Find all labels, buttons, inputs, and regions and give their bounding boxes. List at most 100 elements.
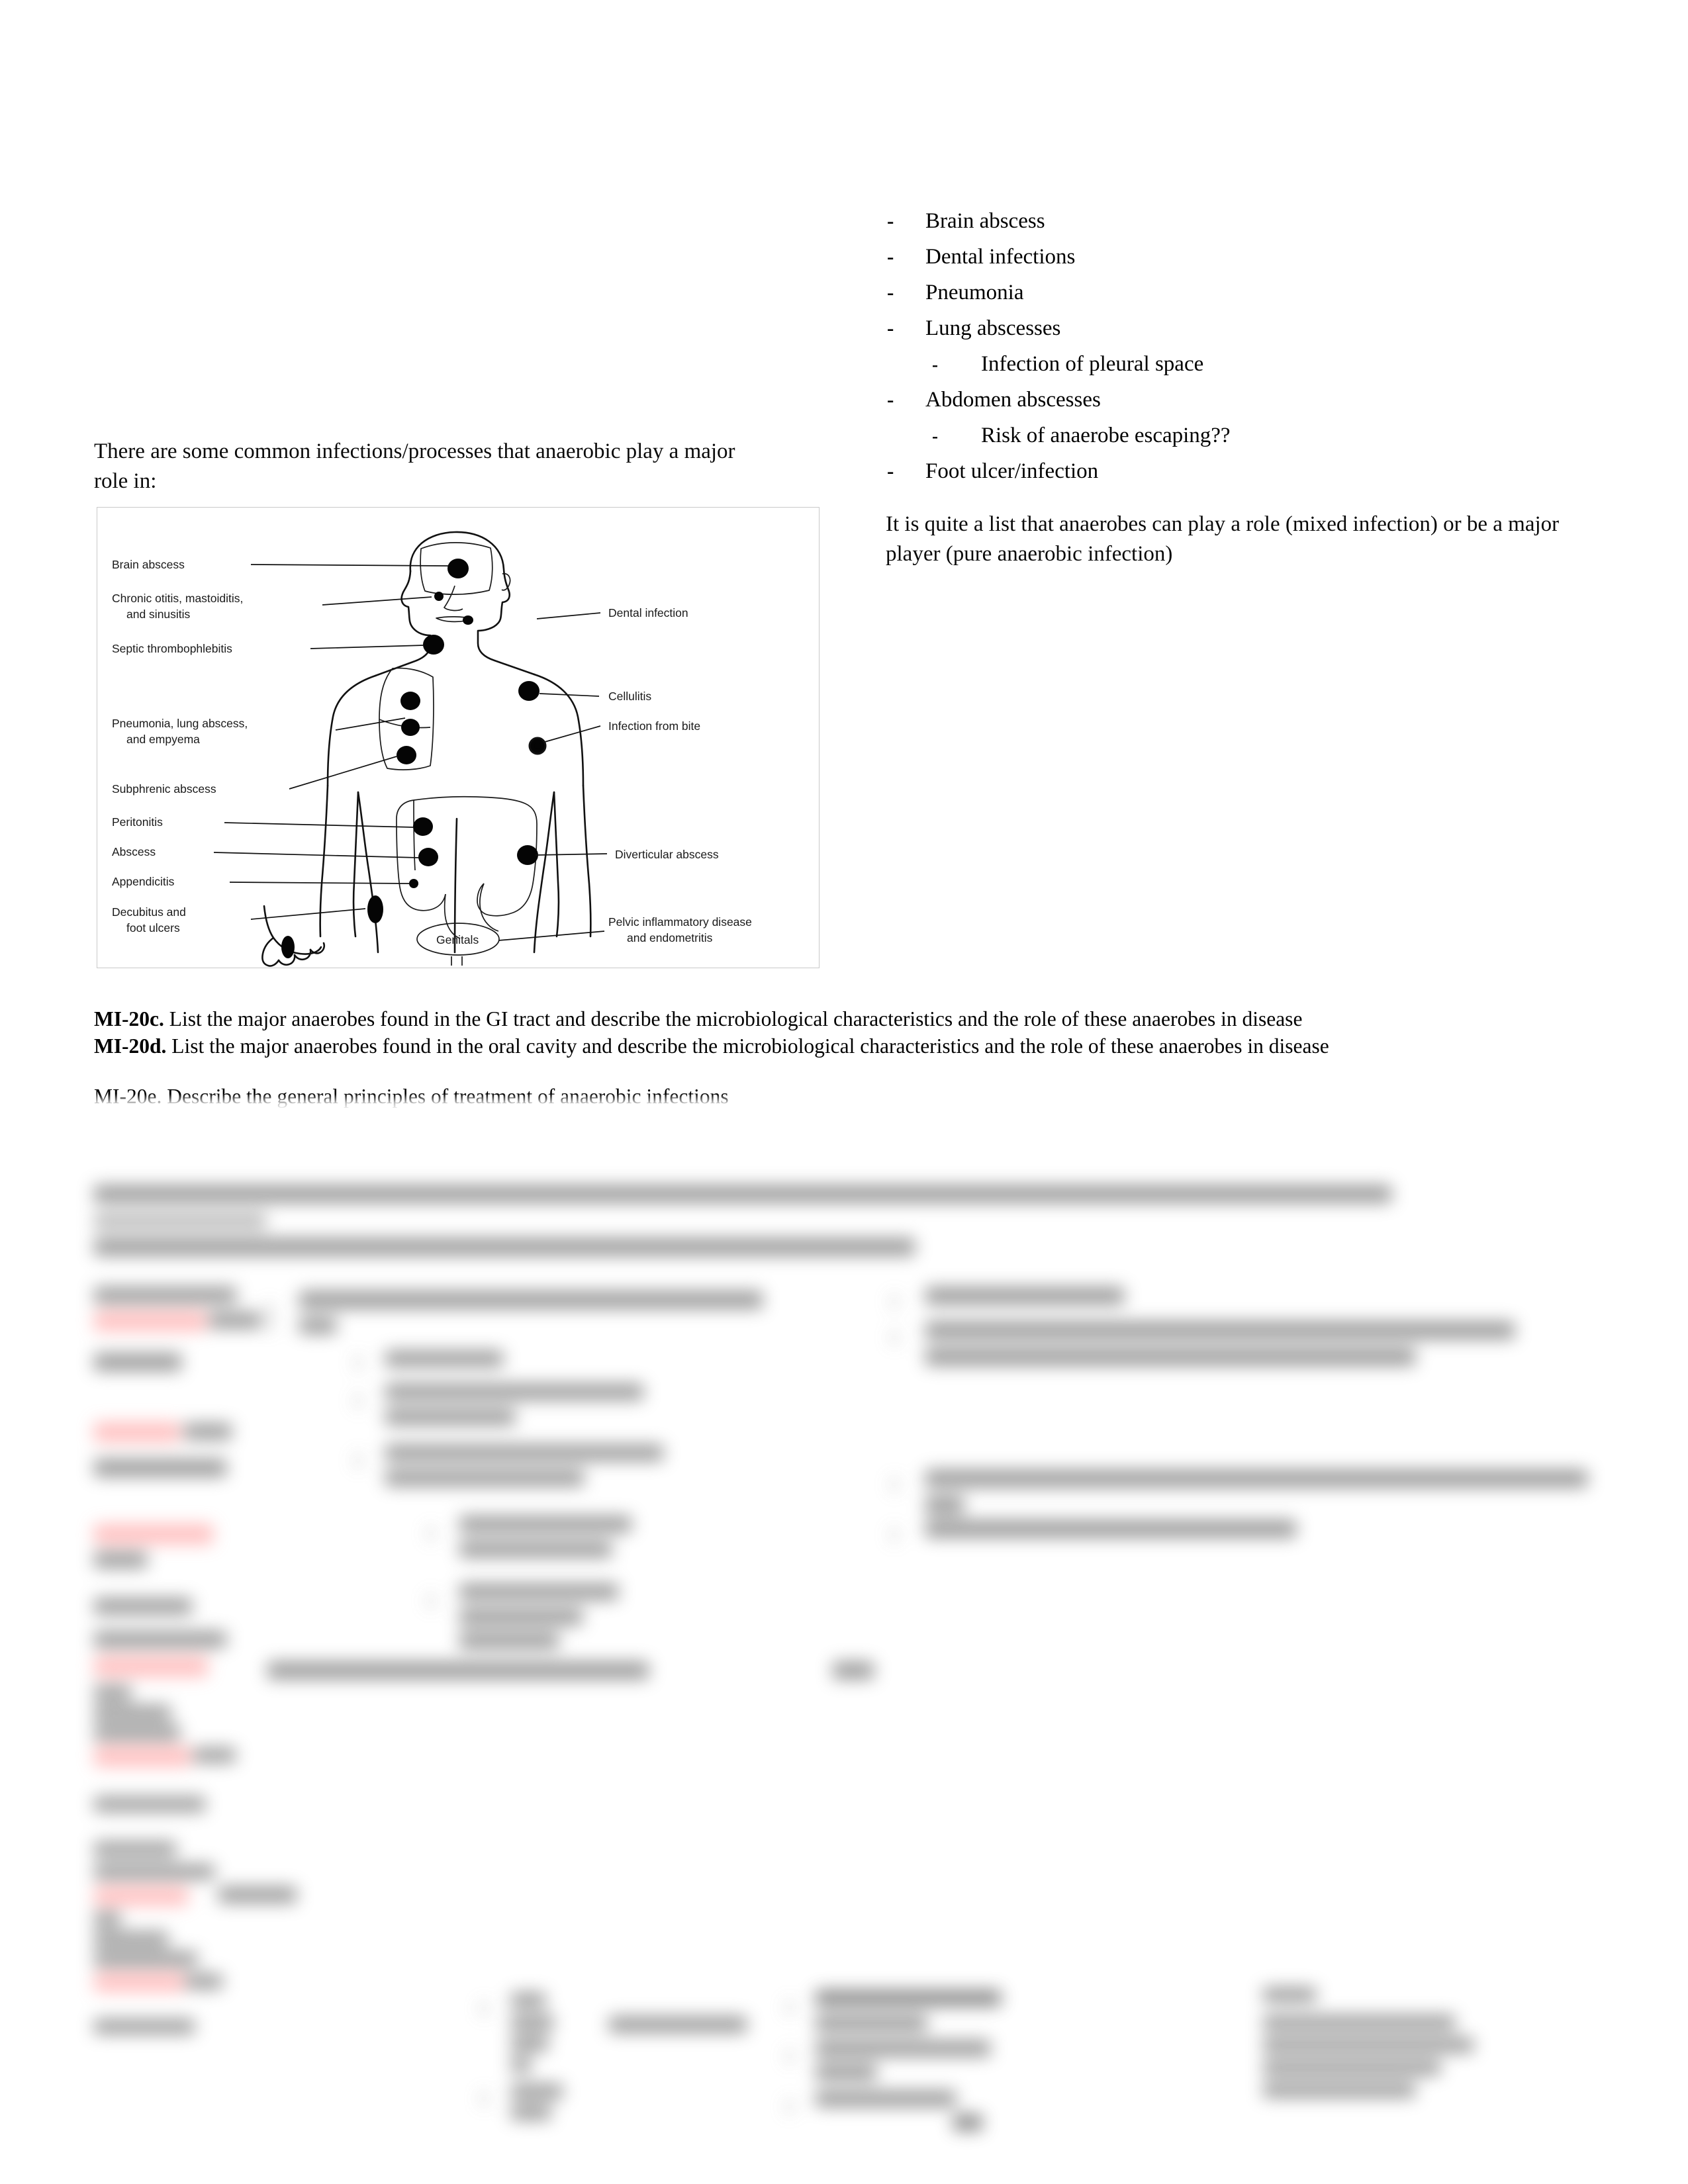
pink-highlight [94,1657,208,1676]
blurred-text-line [816,2091,956,2107]
blurred-text-line [459,1541,612,1557]
blurred-text-line [459,1584,618,1600]
blurred-text-line [94,1598,192,1614]
blurred-text-line [385,1445,663,1461]
label-brain-abscess: Brain abscess [112,558,185,571]
bullet-dash-icon: - [887,245,894,268]
list-item-label: Abdomen abscesses [925,388,1101,412]
blurred-text-line [385,1470,584,1486]
blurred-text-line [816,2064,876,2080]
blurred-list-marker [788,1999,792,2015]
site-dot-lung-upper [400,692,420,710]
site-dot-appendicitis [409,879,418,888]
blurred-text-line [385,1351,503,1367]
site-dot-bite-inner [534,743,541,749]
blurred-text-line [511,2036,548,2051]
site-dot-brain [447,559,469,578]
label-pelvic-inflammatory-1: Pelvic inflammatory disease [608,915,752,929]
blurred-text-line [511,2084,563,2099]
sub-list-item-label: Risk of anaerobe escaping?? [981,424,1231,447]
blurred-list-marker [482,2001,486,2017]
blurred-text-line [94,2019,195,2034]
label-pneumonia-1: Pneumonia, lung abscess, [112,717,248,730]
label-septic-thrombophlebitis: Septic thrombophlebitis [112,642,232,655]
pink-highlight [94,1311,207,1331]
blurred-text-line [1263,2060,1440,2075]
label-genitals: Genitals [436,933,479,946]
blurred-text-line [953,2115,982,2130]
blurred-list-marker [356,1393,360,1409]
bullet-dash-icon: - [887,388,894,411]
blurred-text-line [94,1185,1391,1203]
blurred-text-line [1263,2015,1455,2030]
blurred-text-line [816,2040,990,2056]
bullet-dash-icon: - [887,459,894,482]
blurred-list-marker [892,1330,896,1345]
bullet-dash-icon: - [932,355,938,375]
blurred-text-line [1263,1987,1316,2002]
site-dot-decubitus [367,895,383,923]
site-dot-neck-vein [423,635,444,655]
objective-code: MI-20d. [94,1034,167,1058]
blurred-text-line [209,1312,261,1328]
blurred-text-line [925,1348,1415,1365]
pink-highlight [94,1973,184,1991]
bullet-dash-icon: - [932,426,938,446]
learning-objectives-list: MI-20c. List the major anaerobes found i… [94,1006,1603,1060]
blurred-text-line [511,2015,553,2030]
blurred-text-line [94,1213,266,1229]
label-subphrenic-abscess: Subphrenic abscess [112,782,216,796]
blurred-text-line [94,1631,226,1647]
blurred-text-line [1263,2083,1415,2097]
blurred-list-marker [429,1593,433,1609]
site-dot-lung-lower [401,719,420,736]
blurred-text-line [94,1912,120,1927]
blurred-text-line [459,1609,583,1625]
blurred-text-line [459,1633,559,1649]
objective-text: List the major anaerobes found in the or… [166,1034,1329,1058]
blurred-text-line [609,2017,747,2032]
sub-list-item: - Risk of anaerobe escaping?? [932,425,1609,447]
blurred-text-line [1263,2038,1474,2052]
pink-highlight [94,1524,213,1544]
bullet-dash-icon: - [887,209,894,232]
list-item: - Dental infections [887,246,1609,268]
blurred-text-line [193,1748,236,1762]
site-dot-shoulder-cellulitis [518,681,539,701]
blurred-text-line [94,1353,181,1371]
blurred-text-line [511,1993,545,2007]
blurred-text-line [94,1686,131,1700]
blurred-text-line [816,1990,1001,2006]
list-item-label: Brain abscess [925,209,1045,233]
blurred-text-line [299,1318,336,1334]
label-dental-infection: Dental infection [608,606,688,619]
blurred-text-line [299,1291,763,1308]
intro-paragraph: There are some common infections/process… [94,439,735,493]
blurred-text-line [459,1516,632,1532]
blurred-text-line [267,1662,649,1679]
blurred-text-line [185,1974,222,1989]
blurred-text-line [833,1662,874,1679]
blurred-list-marker [356,1355,360,1371]
site-dot-abscess [418,848,438,866]
objective-code: MI-20c. [94,1007,164,1030]
label-chronic-otitis-1: Chronic otitis, mastoiditis, [112,592,243,605]
body-outline [319,531,592,954]
blurred-text-line [816,2015,927,2031]
objective-mi-20c: MI-20c. List the major anaerobes found i… [94,1006,1603,1033]
closing-paragraph: It is quite a list that anaerobes can pl… [886,512,1560,566]
site-dot-foot-ulcer [281,936,295,958]
organ-outlines [261,667,538,967]
infections-bullet-list: - Brain abscess - Dental infections - Pn… [887,210,1609,496]
list-item-label: Lung abscesses [925,316,1061,340]
blurred-text-line [94,1932,168,1946]
blurred-text-line [94,1842,176,1856]
label-abscess: Abscess [112,845,156,858]
label-diverticular-abscess: Diverticular abscess [615,848,719,861]
site-dot-subphrenic [397,746,416,764]
blurred-text-line [511,2058,531,2072]
blurred-text-line [94,1797,205,1811]
list-item: - Abdomen abscesses [887,389,1609,411]
blurred-text-line [184,1424,232,1439]
label-chronic-otitis-2: and sinusitis [126,608,191,621]
